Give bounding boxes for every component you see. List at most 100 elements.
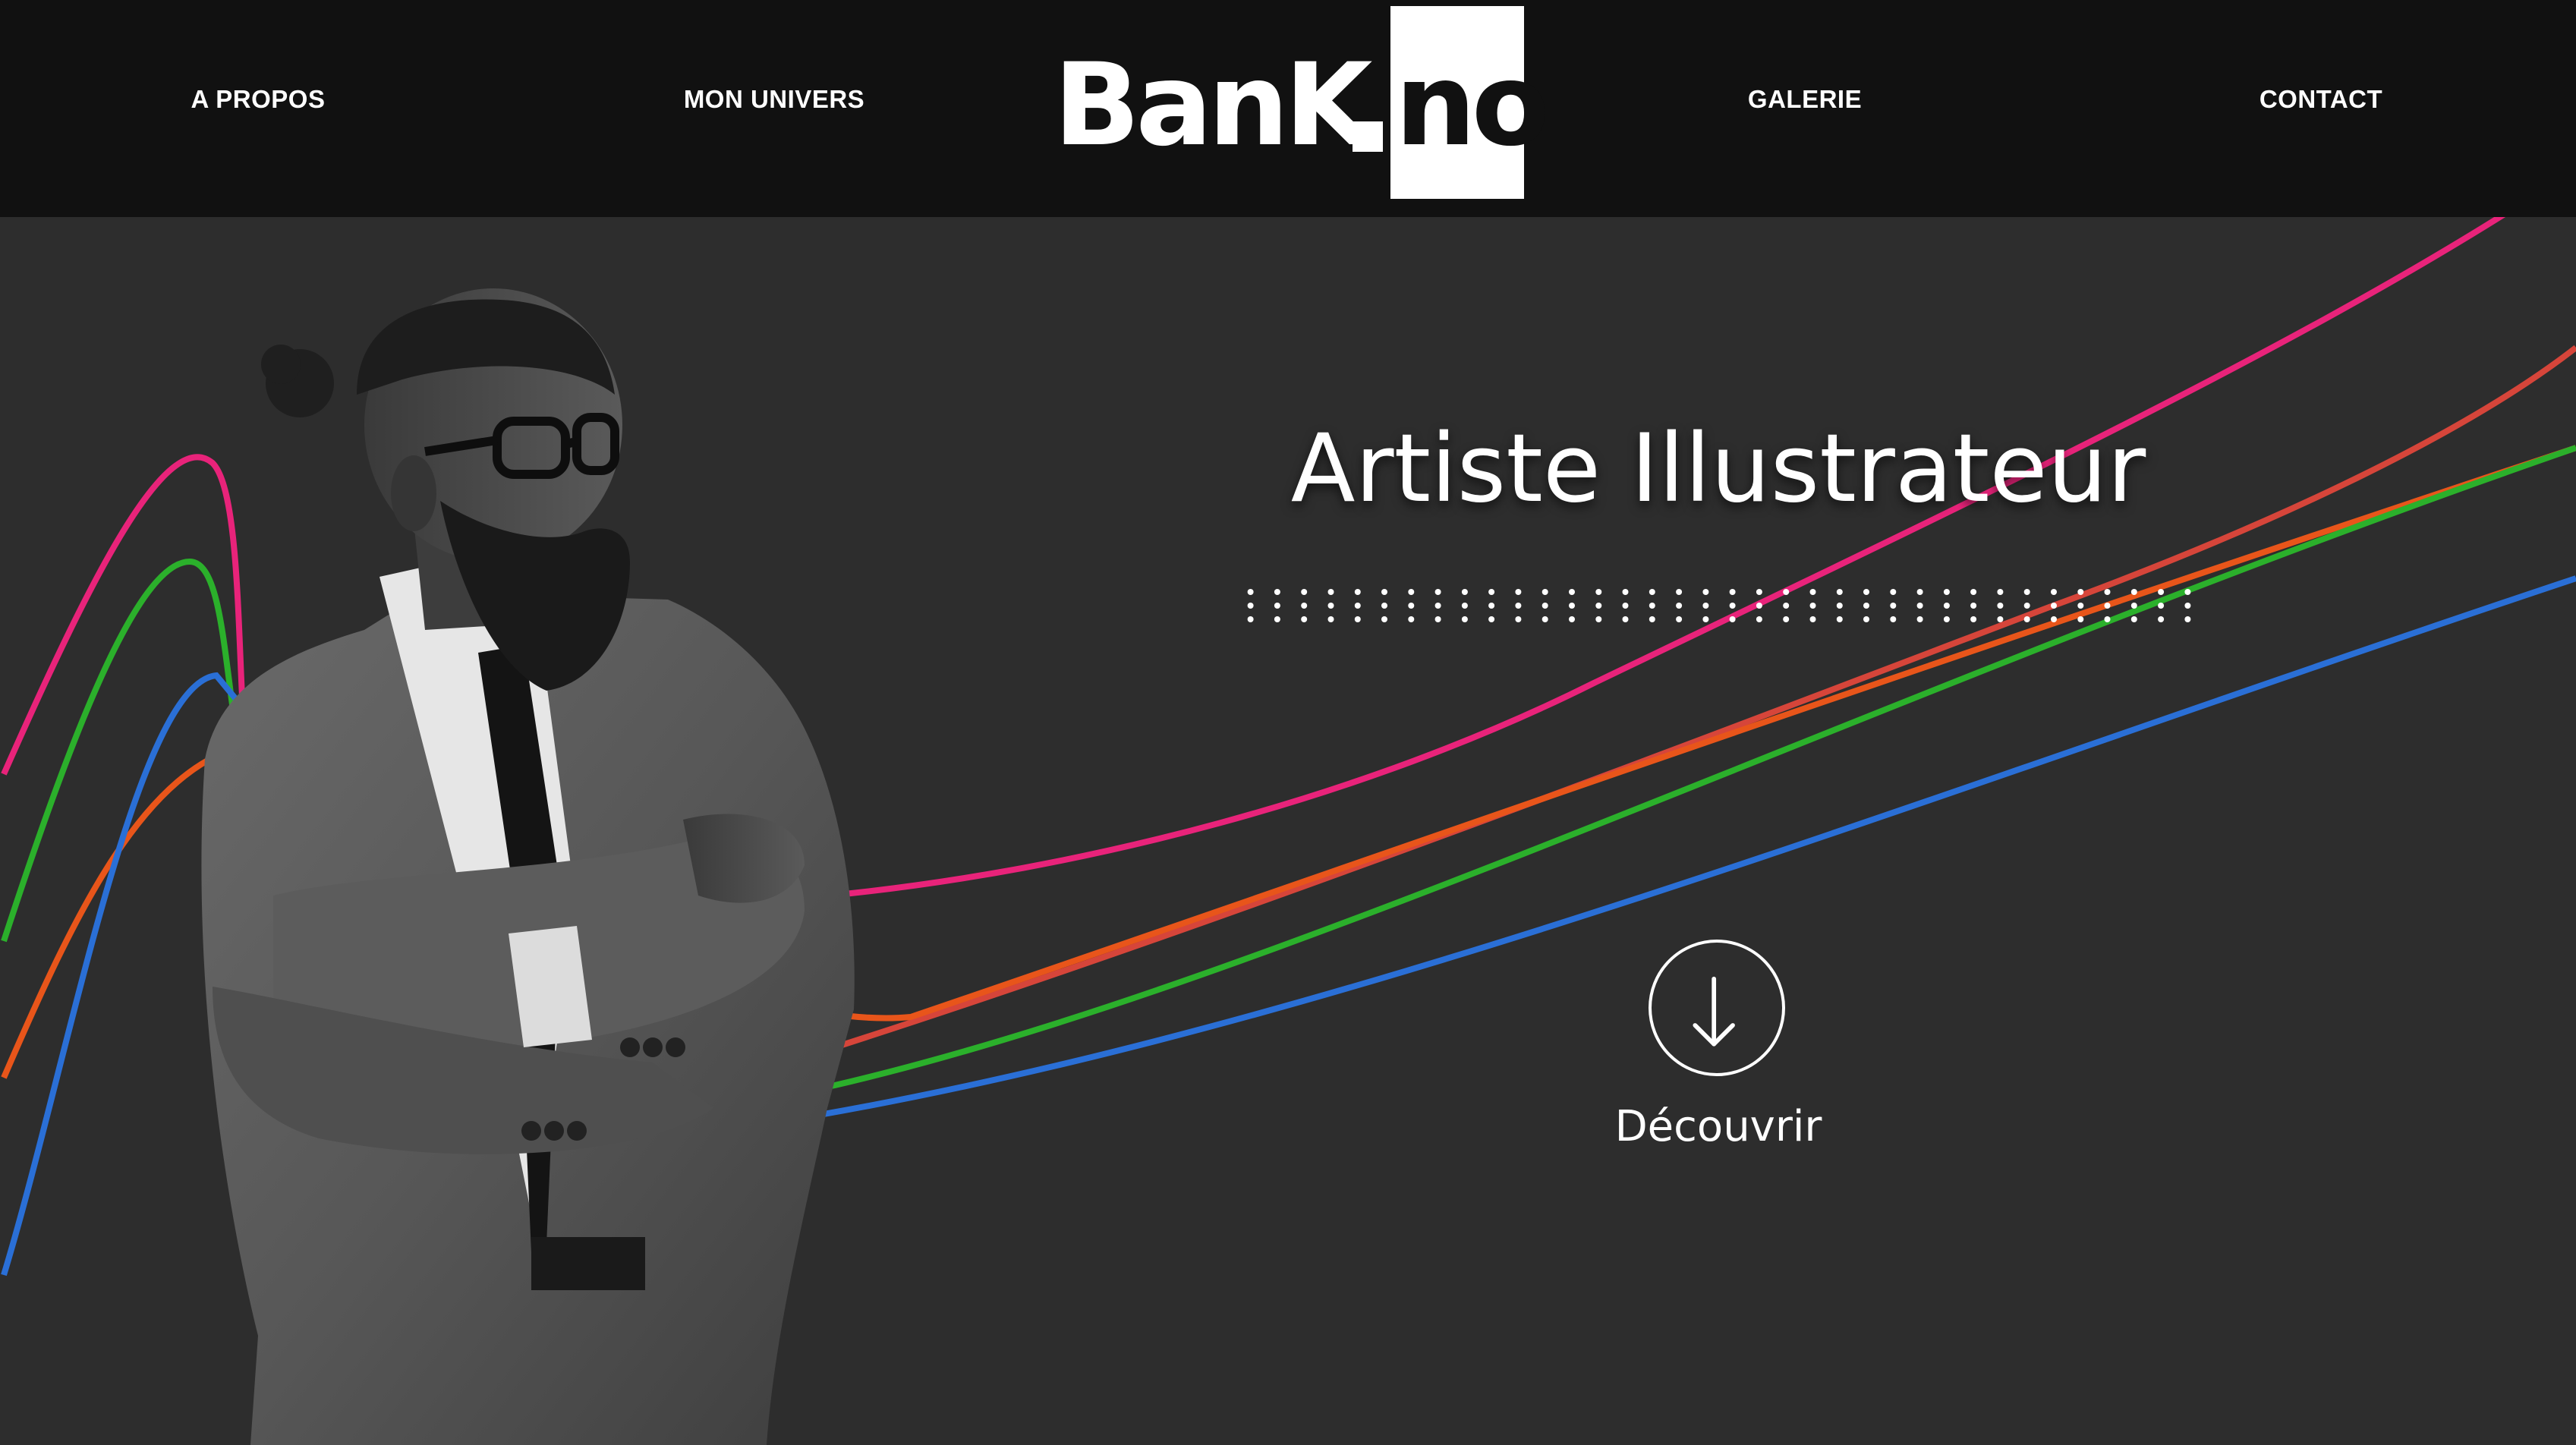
divider-dot bbox=[1890, 603, 1897, 609]
divider-dot bbox=[1997, 616, 2004, 622]
divider-dot bbox=[2184, 603, 2191, 609]
dotted-divider bbox=[1247, 589, 2191, 622]
divider-dot bbox=[1301, 589, 1308, 595]
divider-dot bbox=[1649, 589, 1655, 595]
divider-dot bbox=[1756, 616, 1762, 622]
divider-dot bbox=[2130, 616, 2137, 622]
divider-dot bbox=[2130, 589, 2137, 595]
divider-dot bbox=[1729, 603, 1736, 609]
arrow-down-icon bbox=[1693, 976, 1735, 1047]
divider-dot bbox=[1327, 616, 1334, 622]
divider-dot bbox=[1408, 589, 1415, 595]
divider-dot bbox=[1274, 589, 1280, 595]
divider-dot bbox=[1327, 589, 1334, 595]
divider-dot bbox=[1916, 589, 1923, 595]
divider-dot bbox=[1381, 589, 1387, 595]
divider-dot bbox=[1354, 589, 1361, 595]
nav-contact[interactable]: CONTACT bbox=[2260, 85, 2382, 114]
divider-dot bbox=[1569, 616, 1575, 622]
divider-dot bbox=[1809, 589, 1816, 595]
divider-dot bbox=[1676, 603, 1683, 609]
divider-dot bbox=[1997, 603, 2004, 609]
logo-dot bbox=[1353, 121, 1383, 152]
divider-dot bbox=[2023, 603, 2030, 609]
divider-dot bbox=[1622, 603, 1629, 609]
divider-dot bbox=[1863, 603, 1869, 609]
divider-dot bbox=[1943, 616, 1950, 622]
divider-dot bbox=[1247, 616, 1254, 622]
divider-dot bbox=[1836, 616, 1843, 622]
divider-dot bbox=[1783, 589, 1790, 595]
divider-dot bbox=[1542, 589, 1548, 595]
divider-dot bbox=[1595, 616, 1602, 622]
divider-dot bbox=[2051, 589, 2057, 595]
divider-dot bbox=[1301, 616, 1308, 622]
divider-dot bbox=[1301, 603, 1308, 609]
divider-dot bbox=[1515, 589, 1522, 595]
divider-dot bbox=[1354, 616, 1361, 622]
discover-circle[interactable] bbox=[1649, 940, 1785, 1076]
site-header: A PROPOS MON UNIVERS BanK no GALERIE CON… bbox=[0, 0, 2576, 217]
divider-dot bbox=[1461, 616, 1468, 622]
divider-dot bbox=[1542, 616, 1548, 622]
page: A PROPOS MON UNIVERS BanK no GALERIE CON… bbox=[0, 0, 2576, 1445]
divider-dot bbox=[1622, 616, 1629, 622]
divider-dot bbox=[1381, 616, 1387, 622]
divider-dot bbox=[1783, 603, 1790, 609]
divider-dot bbox=[1863, 589, 1869, 595]
divider-dot bbox=[1970, 603, 1977, 609]
divider-dot bbox=[1408, 603, 1415, 609]
divider-dot bbox=[1542, 603, 1548, 609]
divider-dot bbox=[2023, 616, 2030, 622]
divider-dot bbox=[1863, 616, 1869, 622]
nav-a-propos[interactable]: A PROPOS bbox=[191, 85, 326, 114]
divider-dot bbox=[2158, 603, 2165, 609]
divider-dot bbox=[1515, 616, 1522, 622]
divider-dot bbox=[1809, 616, 1816, 622]
divider-dot bbox=[2158, 616, 2165, 622]
divider-dot bbox=[1569, 603, 1575, 609]
divider-dot bbox=[1569, 589, 1575, 595]
divider-dot bbox=[1595, 589, 1602, 595]
divider-dot bbox=[1676, 616, 1683, 622]
divider-dot bbox=[1890, 589, 1897, 595]
divider-dot bbox=[2051, 603, 2057, 609]
divider-dot bbox=[1408, 616, 1415, 622]
divider-dot bbox=[1649, 603, 1655, 609]
divider-dot bbox=[2184, 616, 2191, 622]
divider-dot bbox=[1783, 616, 1790, 622]
discover-label[interactable]: Découvrir bbox=[1597, 1102, 1840, 1151]
divider-dot bbox=[1434, 616, 1441, 622]
divider-dot bbox=[1702, 603, 1709, 609]
nav-galerie[interactable]: GALERIE bbox=[1748, 85, 1862, 114]
divider-dot bbox=[1461, 589, 1468, 595]
divider-dot bbox=[1916, 603, 1923, 609]
divider-dot bbox=[1970, 589, 1977, 595]
divider-dot bbox=[1622, 589, 1629, 595]
divider-dot bbox=[1381, 603, 1387, 609]
nav-mon-univers[interactable]: MON UNIVERS bbox=[684, 85, 864, 114]
logo-text-left: BanK bbox=[1053, 39, 1373, 172]
divider-dot bbox=[2104, 616, 2111, 622]
site-logo[interactable]: BanK no bbox=[1053, 6, 1550, 199]
divider-dot bbox=[2077, 603, 2084, 609]
divider-dot bbox=[2104, 603, 2111, 609]
divider-dot bbox=[2130, 603, 2137, 609]
divider-dot bbox=[1595, 603, 1602, 609]
divider-dot bbox=[1997, 589, 2004, 595]
divider-dot bbox=[1756, 603, 1762, 609]
discover-button[interactable]: Découvrir bbox=[1597, 940, 1840, 1167]
divider-dot bbox=[1247, 603, 1254, 609]
logo-text-right: no bbox=[1395, 39, 1550, 172]
divider-dot bbox=[1354, 603, 1361, 609]
divider-dot bbox=[1461, 603, 1468, 609]
divider-dot bbox=[2051, 616, 2057, 622]
divider-dot bbox=[1943, 603, 1950, 609]
divider-dot bbox=[1702, 616, 1709, 622]
divider-dot bbox=[1488, 603, 1495, 609]
divider-dot bbox=[1729, 616, 1736, 622]
divider-dot bbox=[1488, 589, 1495, 595]
divider-dot bbox=[1247, 589, 1254, 595]
divider-dot bbox=[2158, 589, 2165, 595]
divider-dot bbox=[1916, 616, 1923, 622]
